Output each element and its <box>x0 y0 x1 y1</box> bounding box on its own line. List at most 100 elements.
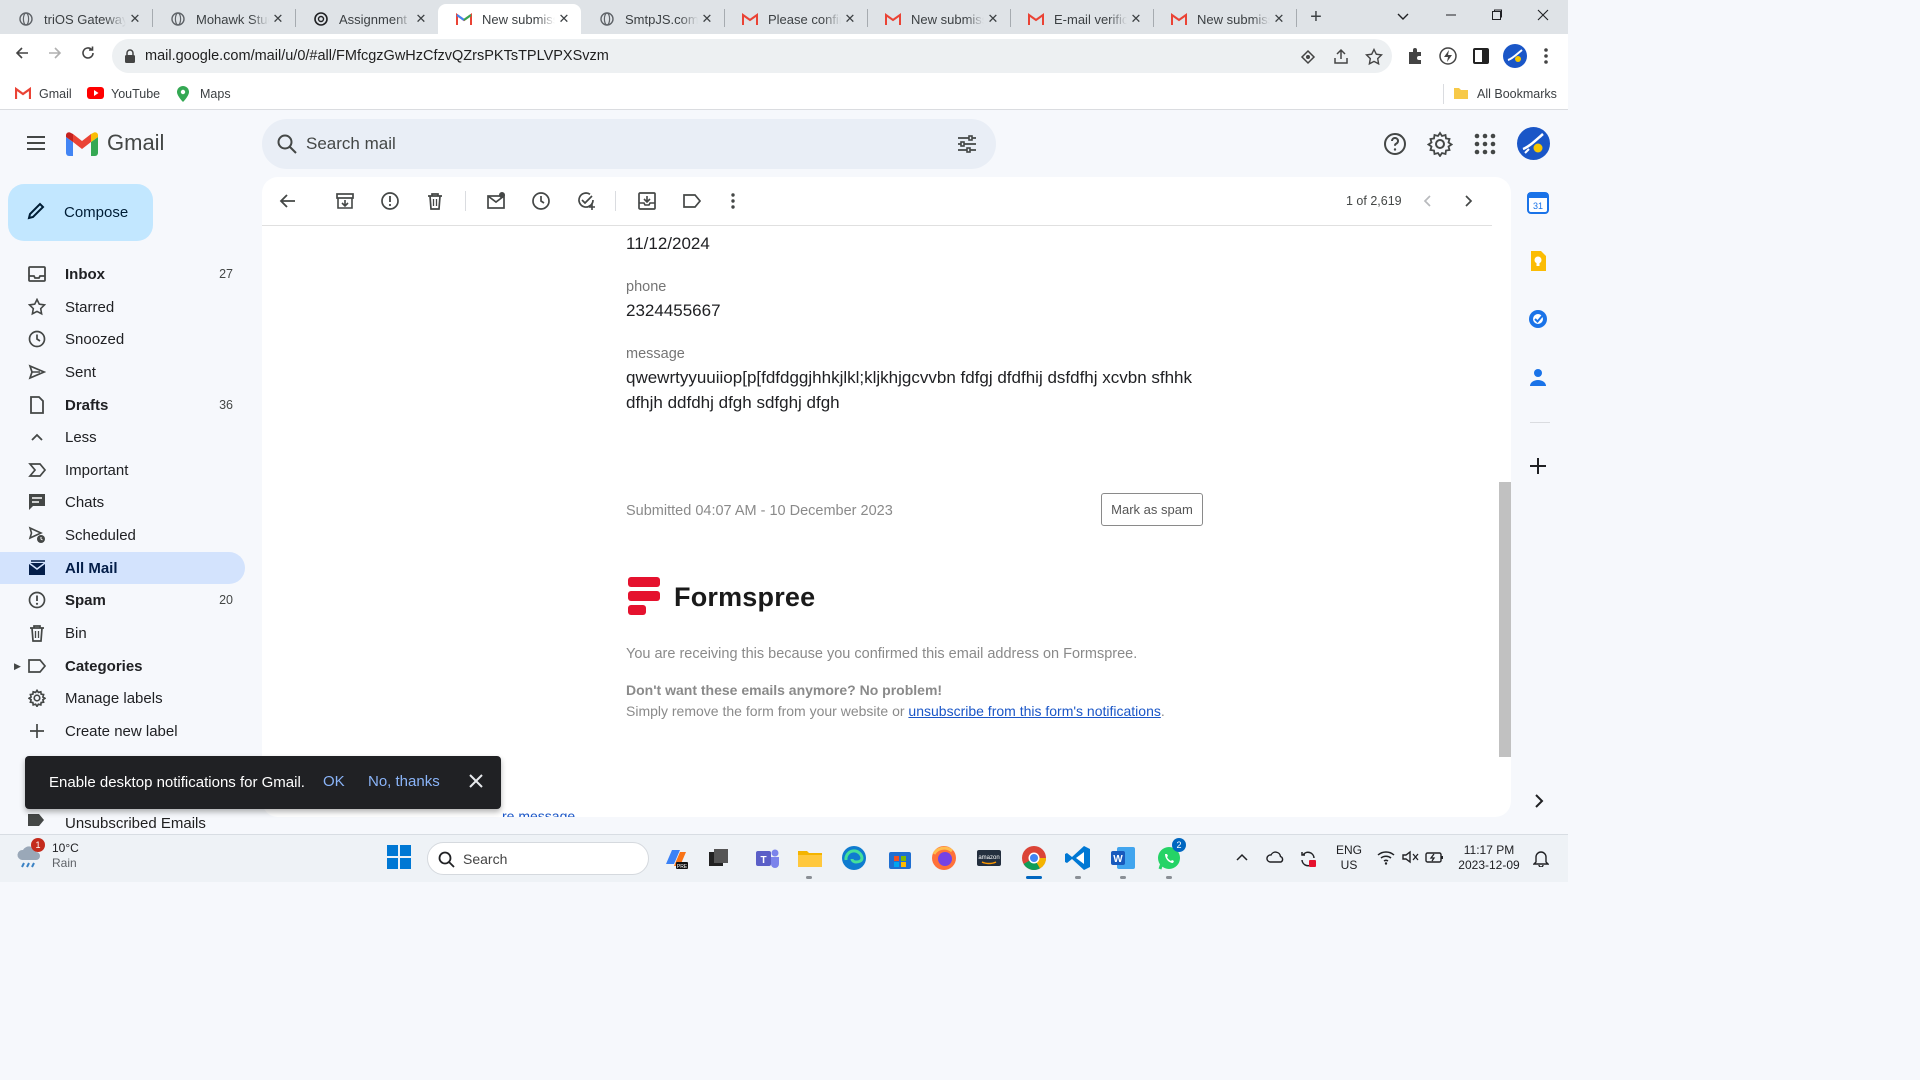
notification-bell-icon[interactable] <box>1532 849 1553 869</box>
chrome-menu-icon[interactable] <box>1536 46 1556 66</box>
more-options-icon[interactable] <box>723 191 743 211</box>
gmail-logo[interactable]: Gmail <box>66 130 164 156</box>
help-icon[interactable] <box>1382 131 1408 157</box>
extension-lightning-icon[interactable] <box>1438 46 1458 66</box>
edge-icon[interactable] <box>840 844 868 872</box>
label-as-icon[interactable] <box>682 191 702 211</box>
back-arrow-icon[interactable] <box>278 191 298 211</box>
bookmark-youtube[interactable]: YouTube <box>87 84 160 104</box>
url-field[interactable]: mail.google.com/mail/u/0/#all/FMfcgzGwHz… <box>112 39 1392 73</box>
close-icon[interactable]: ✕ <box>126 11 144 27</box>
close-icon[interactable]: ✕ <box>841 11 859 27</box>
extensions-puzzle-icon[interactable] <box>1405 46 1425 66</box>
tab-search-chevron-icon[interactable] <box>1380 4 1426 28</box>
tab-mohawk[interactable]: Mohawk Student ✕ <box>152 4 295 34</box>
amazon-icon[interactable]: amazon <box>975 844 1003 872</box>
search-options-icon[interactable] <box>956 133 978 155</box>
add-to-tasks-icon[interactable] <box>576 191 596 211</box>
tab-new-submission-2[interactable]: New submission ✕ <box>867 4 1010 34</box>
share-icon[interactable] <box>1332 48 1350 66</box>
get-addons-plus-icon[interactable] <box>1527 455 1553 481</box>
report-spam-icon[interactable] <box>380 191 400 211</box>
search-icon[interactable] <box>276 133 298 155</box>
nav-starred[interactable]: Starred <box>0 291 245 323</box>
close-icon[interactable]: ✕ <box>269 11 287 27</box>
nav-inbox[interactable]: Inbox 27 <box>0 258 245 290</box>
tab-trios[interactable]: triOS Gateway ✕ <box>0 4 152 34</box>
newer-chevron-icon[interactable] <box>1418 191 1438 211</box>
mark-as-spam-button[interactable]: Mark as spam <box>1101 493 1203 526</box>
nav-less[interactable]: Less <box>0 421 245 453</box>
tab-new-submission-active[interactable]: New submission ✕ <box>438 4 581 34</box>
older-chevron-icon[interactable] <box>1458 191 1478 211</box>
nav-spam[interactable]: Spam 20 <box>0 584 245 616</box>
volume-muted-icon[interactable] <box>1401 849 1421 869</box>
main-menu-icon[interactable] <box>26 133 46 153</box>
task-view-icon[interactable] <box>705 844 733 872</box>
vscode-icon[interactable] <box>1064 844 1092 872</box>
forward-button[interactable] <box>43 44 67 68</box>
windows-start-icon[interactable] <box>386 844 414 872</box>
scrollbar-thumb[interactable] <box>1499 482 1511 757</box>
bookmark-gmail[interactable]: Gmail <box>14 84 72 104</box>
google-apps-icon[interactable] <box>1472 131 1498 157</box>
account-avatar[interactable] <box>1517 127 1550 160</box>
nav-manage-labels[interactable]: Manage labels <box>0 682 245 714</box>
nav-all-mail[interactable]: All Mail <box>0 552 245 584</box>
mark-unread-icon[interactable] <box>486 191 506 211</box>
minimize-button[interactable] <box>1428 4 1474 28</box>
close-icon[interactable]: ✕ <box>1270 11 1288 27</box>
tab-email-verification[interactable]: E-mail verification ✕ <box>1010 4 1153 34</box>
message-link[interactable]: re message <box>502 808 575 817</box>
snooze-icon[interactable] <box>531 191 551 211</box>
teams-icon[interactable]: T <box>753 844 781 872</box>
whatsapp-icon[interactable]: 2 <box>1155 838 1186 872</box>
star-bookmark-icon[interactable] <box>1364 47 1384 66</box>
profile-avatar[interactable] <box>1503 44 1527 68</box>
enable-notifications-ok-button[interactable]: OK <box>323 773 345 790</box>
maximize-button[interactable] <box>1474 4 1520 28</box>
sync-icon[interactable] <box>1298 849 1318 869</box>
no-thanks-button[interactable]: No, thanks <box>368 773 440 790</box>
close-icon[interactable]: ✕ <box>1127 11 1145 27</box>
close-window-button[interactable] <box>1520 4 1566 28</box>
side-panel-icon[interactable] <box>1471 46 1491 66</box>
archive-icon[interactable] <box>335 191 355 211</box>
battery-charging-icon[interactable] <box>1425 849 1445 869</box>
nav-chats[interactable]: Chats <box>0 486 245 518</box>
delete-icon[interactable] <box>425 191 445 211</box>
nav-unsubscribed-emails[interactable]: Unsubscribed Emails <box>0 812 262 834</box>
firefox-icon[interactable] <box>930 844 958 872</box>
tab-smtpjs[interactable]: SmtpJS.com - Send ✕ <box>581 4 724 34</box>
microsoft-store-icon[interactable] <box>886 844 914 872</box>
chrome-icon[interactable] <box>1020 844 1048 872</box>
all-bookmarks[interactable]: All Bookmarks <box>1453 84 1557 104</box>
back-button[interactable] <box>10 44 34 68</box>
clock[interactable]: 11:17 PM 2023-12-09 <box>1453 843 1525 873</box>
wifi-icon[interactable] <box>1377 849 1397 869</box>
contacts-icon[interactable] <box>1527 366 1553 392</box>
onedrive-cloud-icon[interactable] <box>1266 849 1286 869</box>
reload-button[interactable] <box>76 44 100 68</box>
bookmark-maps[interactable]: Maps <box>176 84 231 104</box>
taskbar-search-box[interactable]: Search <box>427 842 649 875</box>
tab-assignment[interactable]: Assignment 2 ✕ <box>295 4 438 34</box>
move-to-icon[interactable] <box>637 191 657 211</box>
language-indicator[interactable]: ENG US <box>1335 843 1363 873</box>
unsubscribe-link[interactable]: unsubscribe from this form's notificatio… <box>908 703 1160 719</box>
compose-button[interactable]: Compose <box>8 184 153 241</box>
nav-scheduled[interactable]: Scheduled <box>0 519 245 551</box>
settings-gear-icon[interactable] <box>1426 131 1454 158</box>
keep-icon[interactable] <box>1527 250 1553 276</box>
nav-categories[interactable]: ▶ Categories <box>0 650 245 682</box>
new-tab-button[interactable]: + <box>1305 6 1327 28</box>
tasks-icon[interactable] <box>1527 308 1553 334</box>
close-icon[interactable] <box>466 771 486 791</box>
expand-side-panel-icon[interactable] <box>1527 790 1553 816</box>
nav-important[interactable]: Important <box>0 454 245 486</box>
close-icon[interactable]: ✕ <box>412 11 430 27</box>
nav-sent[interactable]: Sent <box>0 356 245 388</box>
weather-widget[interactable]: 1 10°C Rain <box>14 838 79 872</box>
nav-create-label[interactable]: Create new label <box>0 715 245 747</box>
tab-please-confirm[interactable]: Please confirm ✕ <box>724 4 867 34</box>
